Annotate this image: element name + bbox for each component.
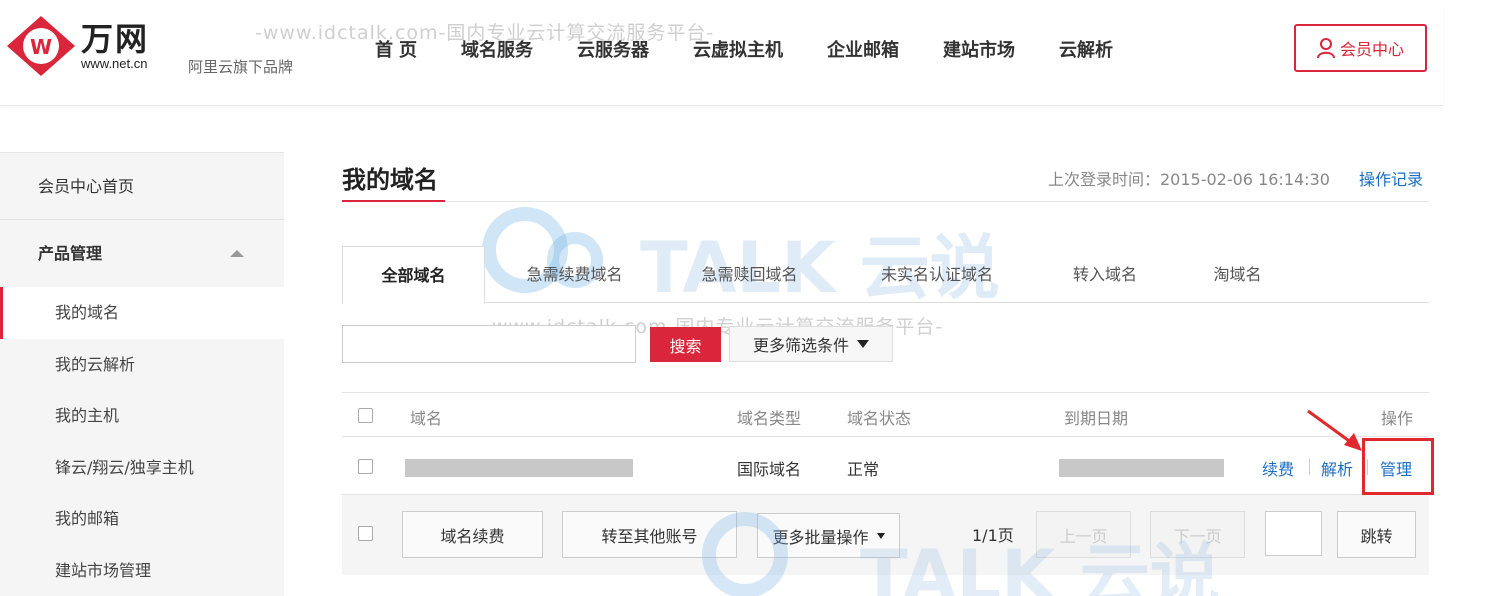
prev-page-button[interactable]: 上一页 (1036, 511, 1131, 558)
user-icon (1316, 38, 1335, 58)
caret-up-icon (230, 250, 244, 257)
nav-domain-service[interactable]: 域名服务 (461, 36, 533, 62)
table-header: 域名 域名类型 域名状态 到期日期 操作 (342, 392, 1429, 437)
more-filters-button[interactable]: 更多筛选条件 (729, 326, 893, 362)
col-domain-status: 域名状态 (847, 409, 912, 428)
col-domain: 域名 (410, 409, 443, 428)
tab-all-domains[interactable]: 全部域名 (342, 246, 485, 304)
search-input[interactable] (342, 325, 636, 363)
tab-unverified[interactable]: 未实名认证域名 (867, 246, 1007, 303)
annotation-arrow-icon (1307, 409, 1362, 451)
page-count: 1/1页 (972, 526, 1014, 545)
col-actions: 操作 (1381, 409, 1414, 428)
nav-virtual-host[interactable]: 云虚拟主机 (693, 36, 783, 62)
sidebar-item-member-home[interactable]: 会员中心首页 (0, 153, 284, 220)
nav-home[interactable]: 首页 (375, 36, 423, 62)
renew-link[interactable]: 续费 (1262, 456, 1294, 480)
sidebar-item-my-dns[interactable]: 我的云解析 (0, 339, 284, 391)
batch-ops-label: 更多批量操作 (772, 527, 869, 547)
more-filters-label: 更多筛选条件 (752, 336, 849, 355)
member-center-button[interactable]: 会员中心 (1294, 24, 1427, 72)
sidebar-group-label: 产品管理 (38, 244, 103, 263)
sidebar-item-my-hosts[interactable]: 我的主机 (0, 390, 284, 442)
title-underline (342, 200, 445, 202)
logo-icon: W (5, 14, 77, 78)
tab-tao-domain[interactable]: 淘域名 (1200, 246, 1275, 303)
transfer-account-button[interactable]: 转至其他账号 (562, 511, 737, 558)
last-login-time: 上次登录时间：2015-02-06 16:14:30 (1048, 170, 1330, 189)
action-separator (1309, 459, 1310, 475)
top-header: W 万网 www.net.cn 阿里云旗下品牌 -www.idctalk.com… (0, 0, 1443, 106)
row-domain-type: 国际域名 (737, 460, 802, 479)
next-page-button[interactable]: 下一页 (1150, 511, 1245, 558)
tab-transfer-in[interactable]: 转入域名 (1060, 246, 1150, 303)
sidebar: 会员中心首页 产品管理 我的域名 我的云解析 我的主机 锋云/翔云/独享主机 我… (0, 152, 284, 596)
tab-redeem-urgent[interactable]: 急需赎回域名 (687, 246, 812, 303)
triangle-down-icon (876, 532, 885, 539)
member-center-label: 会员中心 (1339, 40, 1404, 59)
search-button[interactable]: 搜索 (650, 327, 721, 362)
batch-ops-dropdown[interactable]: 更多批量操作 (757, 513, 900, 558)
dns-link[interactable]: 解析 (1321, 456, 1353, 480)
page-number-input[interactable] (1265, 511, 1322, 556)
main-nav: 首页 域名服务 云服务器 云虚拟主机 企业邮箱 建站市场 云解析 (375, 36, 1157, 62)
nav-enterprise-mail[interactable]: 企业邮箱 (827, 36, 899, 62)
expiry-date-redacted (1059, 459, 1224, 477)
domain-name-redacted (405, 459, 633, 477)
triangle-down-icon (857, 340, 869, 348)
sidebar-item-site-market[interactable]: 建站市场管理 (0, 545, 284, 596)
nav-cloud-server[interactable]: 云服务器 (577, 36, 649, 62)
operation-log-link[interactable]: 操作记录 (1359, 166, 1423, 190)
manage-highlight-box (1362, 438, 1434, 495)
svg-text:W: W (30, 35, 52, 59)
sidebar-item-my-domains[interactable]: 我的域名 (0, 287, 284, 339)
nav-cloud-dns[interactable]: 云解析 (1059, 36, 1113, 62)
nav-site-market[interactable]: 建站市场 (943, 36, 1015, 62)
col-expiry: 到期日期 (1064, 409, 1129, 428)
batch-select-checkbox[interactable] (358, 526, 373, 541)
tab-renew-urgent[interactable]: 急需续费域名 (512, 246, 637, 303)
title-divider (342, 201, 1429, 202)
col-domain-type: 域名类型 (737, 409, 802, 428)
logo[interactable]: W 万网 www.net.cn (5, 14, 149, 78)
jump-button[interactable]: 跳转 (1337, 511, 1416, 558)
sidebar-group-products[interactable]: 产品管理 (0, 220, 284, 287)
sidebar-item-my-mail[interactable]: 我的邮箱 (0, 493, 284, 545)
table-row: 国际域名 正常 续费 解析 管理 (342, 437, 1429, 495)
logo-name: 万网 (81, 19, 150, 58)
logo-url: www.net.cn (81, 55, 148, 71)
domain-tabs: 全部域名 急需续费域名 急需赎回域名 未实名认证域名 转入域名 淘域名 (342, 246, 1429, 304)
row-checkbox[interactable] (358, 459, 373, 474)
renew-domains-button[interactable]: 域名续费 (402, 511, 543, 558)
select-all-checkbox[interactable] (358, 408, 373, 423)
sidebar-item-dedicated-hosts[interactable]: 锋云/翔云/独享主机 (0, 442, 284, 494)
row-domain-status: 正常 (847, 460, 880, 479)
page-title: 我的域名 (342, 166, 438, 194)
slogan: 阿里云旗下品牌 (188, 58, 294, 76)
